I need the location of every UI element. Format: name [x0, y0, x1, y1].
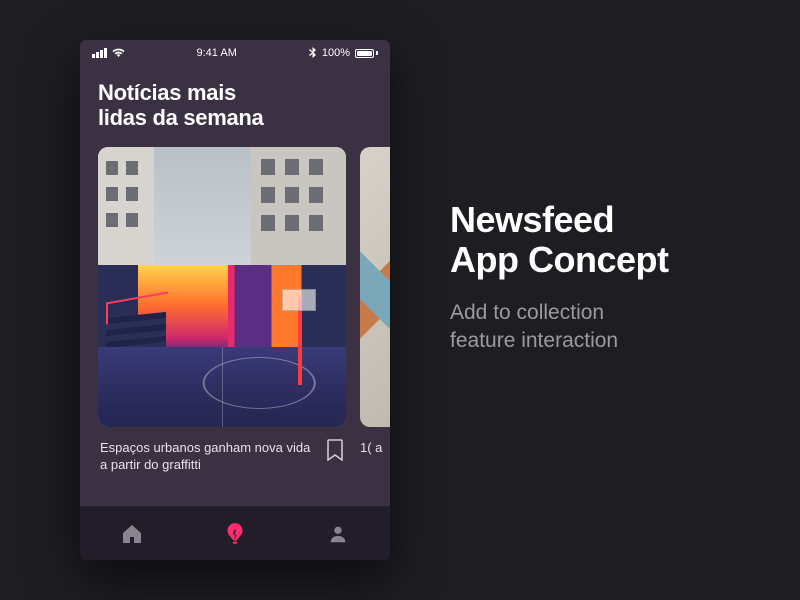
phone-frame: 9:41 AM 100% Notícias mais lidas da sema… [80, 40, 390, 560]
story-card[interactable]: Espaços urbanos ganham nova vida a parti… [98, 147, 346, 506]
battery-icon [355, 49, 378, 58]
promo-title-line: App Concept [450, 240, 668, 280]
tab-home[interactable] [118, 520, 146, 548]
wifi-icon [112, 48, 125, 58]
stories-carousel[interactable]: Espaços urbanos ganham nova vida a parti… [80, 147, 390, 506]
story-image[interactable] [98, 147, 346, 427]
story-image[interactable] [360, 147, 390, 427]
lightbulb-pin-icon [222, 521, 248, 547]
feed-heading-line: lidas da semana [98, 105, 372, 130]
feed-heading-line: Notícias mais [98, 80, 372, 105]
bluetooth-icon [309, 47, 317, 59]
promo-subtitle-line: feature interaction [450, 327, 668, 355]
tab-bar [80, 506, 390, 560]
tab-discover[interactable] [221, 520, 249, 548]
status-left [92, 48, 125, 58]
story-title: 1( a [360, 427, 390, 506]
battery-percent: 100% [322, 47, 350, 59]
status-bar: 9:41 AM 100% [80, 40, 390, 66]
showcase-stage: 9:41 AM 100% Notícias mais lidas da sema… [0, 0, 800, 600]
signal-bars-icon [92, 48, 107, 58]
person-icon [327, 523, 349, 545]
status-time: 9:41 AM [197, 47, 237, 59]
promo-title-line: Newsfeed [450, 200, 668, 240]
promo-subtitle-line: Add to collection [450, 299, 668, 327]
home-icon [120, 522, 144, 546]
bookmark-icon[interactable] [326, 439, 344, 461]
story-title: Espaços urbanos ganham nova vida a parti… [100, 439, 316, 474]
promo-text: Newsfeed App Concept Add to collection f… [450, 200, 668, 355]
story-card-peek[interactable]: 1( a [360, 147, 390, 506]
feed-heading: Notícias mais lidas da semana [80, 66, 390, 147]
tab-profile[interactable] [324, 520, 352, 548]
status-right: 100% [309, 47, 378, 59]
